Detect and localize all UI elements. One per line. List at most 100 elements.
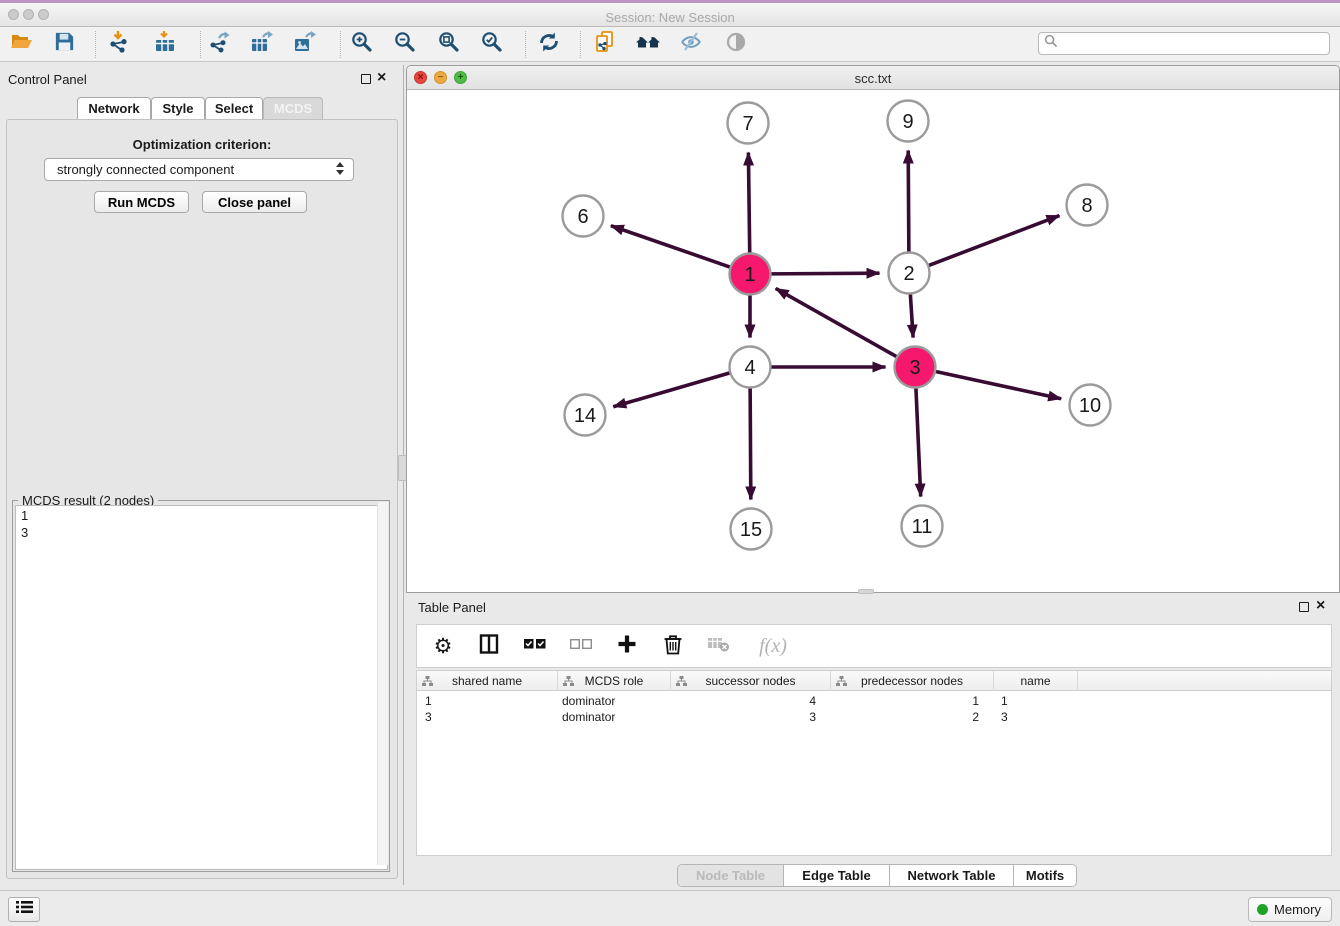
save-session-button[interactable] <box>51 31 77 57</box>
toolbar-separator <box>525 31 526 58</box>
cell-shared-name[interactable]: 3 <box>425 710 432 725</box>
delete-row-button[interactable] <box>659 632 687 660</box>
export-network-button[interactable] <box>206 31 232 57</box>
refresh-button[interactable] <box>536 31 562 57</box>
graph-edge-3-11[interactable] <box>916 387 921 496</box>
graph-edge-2-3[interactable] <box>910 293 913 337</box>
new-network-from-selection-icon <box>593 30 617 59</box>
task-history-button[interactable] <box>8 897 40 922</box>
network-window-title: scc.txt <box>407 71 1339 86</box>
search-input[interactable] <box>1058 34 1329 53</box>
cell-shared-name[interactable]: 1 <box>425 694 432 709</box>
tab-motifs[interactable]: Motifs <box>1014 865 1076 886</box>
tab-select[interactable]: Select <box>205 97 263 119</box>
table-panel-float-button[interactable] <box>1299 602 1309 612</box>
table-options-button[interactable]: ⚙ <box>429 632 457 660</box>
select-all-button[interactable] <box>521 632 549 660</box>
export-table-button[interactable] <box>249 31 275 57</box>
column-header-predecessor-nodes[interactable]: predecessor nodes <box>831 671 994 691</box>
open-folder-icon <box>10 30 34 59</box>
graph-edge-1-2[interactable] <box>770 273 879 274</box>
network-window-titlebar[interactable]: scc.txt <box>407 66 1339 90</box>
cell-mcds-role[interactable]: dominator <box>562 710 615 725</box>
add-row-button[interactable] <box>613 632 641 660</box>
graph-edge-1-7[interactable] <box>748 152 749 253</box>
eye-slash-icon <box>679 30 703 59</box>
table-panel-close-button[interactable] <box>1316 600 1325 612</box>
tab-network[interactable]: Network <box>77 97 151 119</box>
run-mcds-button[interactable]: Run MCDS <box>94 191 189 213</box>
column-header-name[interactable]: name <box>994 671 1078 691</box>
column-header-successor-nodes[interactable]: successor nodes <box>671 671 831 691</box>
column-header-mcds-role[interactable]: MCDS role <box>558 671 671 691</box>
columns-icon <box>478 633 500 660</box>
hierarchy-icon <box>563 676 574 690</box>
optimization-criterion-select[interactable]: strongly connected component <box>44 158 354 181</box>
first-neighbors-button[interactable] <box>635 31 661 57</box>
network-view-window: scc.txt 1234678910111415 <box>406 65 1340 593</box>
table-panel-title: Table Panel <box>418 600 486 615</box>
hide-selected-button[interactable] <box>678 31 704 57</box>
cell-mcds-role[interactable]: dominator <box>562 694 615 709</box>
toolbar-separator <box>95 31 96 58</box>
cell-successor-nodes[interactable]: 3 <box>671 710 816 725</box>
graph-node-label-8: 8 <box>1081 195 1092 217</box>
tab-mcds[interactable]: MCDS <box>263 97 323 119</box>
tab-style[interactable]: Style <box>151 97 205 119</box>
export-image-icon <box>293 30 317 59</box>
zoom-in-icon <box>350 30 374 59</box>
graph-node-label-4: 4 <box>744 357 755 379</box>
close-panel-button[interactable]: Close panel <box>202 191 307 213</box>
network-canvas[interactable]: 1234678910111415 <box>407 90 1339 592</box>
refresh-icon <box>537 30 561 59</box>
cell-predecessor-nodes[interactable]: 2 <box>831 710 979 725</box>
hierarchy-icon <box>836 676 847 690</box>
memory-button[interactable]: Memory <box>1248 897 1332 922</box>
function-builder-button[interactable]: f(x) <box>751 632 795 660</box>
export-table-icon <box>250 30 274 59</box>
open-session-button[interactable] <box>9 31 35 57</box>
graph-node-label-6: 6 <box>577 206 588 228</box>
graph-edge-4-15[interactable] <box>750 387 751 499</box>
control-panel-float-button[interactable] <box>361 74 371 84</box>
tab-node-table[interactable]: Node Table <box>678 865 784 886</box>
tab-network-table[interactable]: Network Table <box>890 865 1014 886</box>
export-image-button[interactable] <box>292 31 318 57</box>
show-all-button[interactable] <box>723 31 749 57</box>
graph-edge-2-9[interactable] <box>908 150 909 252</box>
import-network-icon <box>107 30 131 59</box>
result-scrollbar-track[interactable] <box>377 502 388 865</box>
tab-edge-table[interactable]: Edge Table <box>784 865 890 886</box>
graph-node-label-11: 11 <box>912 516 933 538</box>
table-row[interactable]: 3 dominator 3 2 3 <box>417 709 1331 726</box>
toolbar-separator <box>200 31 201 58</box>
control-panel-close-button[interactable] <box>377 72 386 84</box>
graph-edge-1-6[interactable] <box>611 226 731 268</box>
zoom-out-button[interactable] <box>392 31 418 57</box>
new-network-from-selection-button[interactable] <box>592 31 618 57</box>
zoom-selected-button[interactable] <box>479 31 505 57</box>
cell-successor-nodes[interactable]: 4 <box>671 694 816 709</box>
table-row[interactable]: 1 dominator 4 1 1 <box>417 693 1331 710</box>
show-column-button[interactable] <box>475 632 503 660</box>
delete-table-button[interactable] <box>705 632 733 660</box>
mcds-result-textarea[interactable]: 1 3 <box>15 505 388 870</box>
zoom-in-button[interactable] <box>349 31 375 57</box>
cell-name[interactable]: 1 <box>1001 694 1008 709</box>
horizontal-split-handle[interactable] <box>858 589 874 594</box>
cell-name[interactable]: 3 <box>1001 710 1008 725</box>
cell-predecessor-nodes[interactable]: 1 <box>831 694 979 709</box>
window-title: Session: New Session <box>0 10 1340 25</box>
main-toolbar <box>0 27 1340 62</box>
import-network-button[interactable] <box>106 31 132 57</box>
search-field[interactable] <box>1038 32 1330 55</box>
column-header-shared-name[interactable]: shared name <box>417 671 558 691</box>
table-toolbar: ⚙ f(x) <box>416 624 1332 668</box>
zoom-fit-button[interactable] <box>436 31 462 57</box>
deselect-all-button[interactable] <box>567 632 595 660</box>
graph-edge-3-1[interactable] <box>776 288 897 356</box>
graph-edge-2-8[interactable] <box>928 216 1059 266</box>
graph-edge-3-10[interactable] <box>935 371 1061 398</box>
graph-edge-4-14[interactable] <box>613 373 730 407</box>
import-table-button[interactable] <box>152 31 178 57</box>
